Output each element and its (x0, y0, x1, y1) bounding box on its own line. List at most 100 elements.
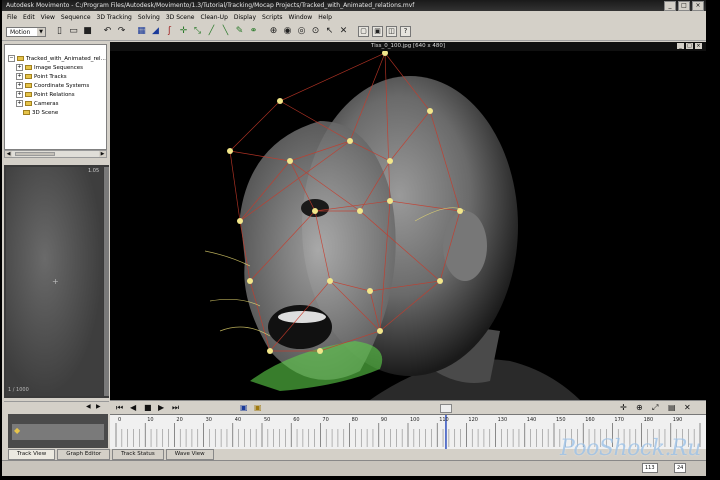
expand-icon[interactable]: + (16, 73, 23, 80)
film-icon[interactable]: ▦ (136, 26, 147, 37)
preview-scrollbar[interactable] (104, 167, 109, 396)
tracking-marker[interactable] (347, 138, 353, 144)
step-forward-icon[interactable]: ⏭ (172, 403, 179, 413)
tree-root[interactable]: − Tracked_with_Animated_rel... (8, 54, 106, 63)
fps-field[interactable]: 24 (674, 463, 687, 473)
minimize-button[interactable]: _ (664, 1, 676, 11)
expand-icon[interactable]: + (16, 91, 23, 98)
scroll-left-icon[interactable]: ◀ (5, 151, 12, 157)
tracking-marker[interactable] (277, 98, 283, 104)
tracking-marker[interactable] (387, 158, 393, 164)
tracking-marker[interactable] (317, 348, 323, 354)
step-back-icon[interactable]: ⏮ (116, 403, 123, 413)
tab-track-view[interactable]: Track View (8, 449, 56, 460)
tab-wave-view[interactable]: Wave View (165, 449, 214, 460)
move-icon[interactable]: ✛ (620, 403, 627, 412)
menu-view[interactable]: View (38, 14, 58, 21)
viewport-close-button[interactable]: × (695, 43, 702, 49)
tree-item-3d-scene[interactable]: 3D Scene (23, 108, 58, 117)
menu-solving[interactable]: Solving (135, 14, 163, 21)
tracking-marker[interactable] (427, 108, 433, 114)
menu-edit[interactable]: Edit (20, 14, 38, 21)
select-icon[interactable]: ↖ (324, 26, 335, 37)
tracking-marker[interactable] (437, 278, 443, 284)
new-file-icon[interactable]: ▯ (54, 26, 65, 37)
redo-icon[interactable]: ↷ (116, 26, 127, 37)
tree-item-point-tracks[interactable]: + Point Tracks (16, 72, 67, 81)
menu-scripts[interactable]: Scripts (259, 14, 286, 21)
undo-icon[interactable]: ↶ (102, 26, 113, 37)
menu-3d-scene[interactable]: 3D Scene (163, 14, 198, 21)
open-folder-icon[interactable]: ▭ (68, 26, 79, 37)
mode-dropdown[interactable]: Motion ▼ (6, 27, 46, 37)
tracking-marker[interactable] (457, 208, 463, 214)
zoom-icon[interactable]: ⊙ (310, 26, 321, 37)
fit-icon[interactable]: ⤢ (652, 403, 658, 413)
play-icon[interactable]: ▶ (158, 403, 164, 412)
play-back-icon[interactable]: ◀ (130, 403, 136, 412)
menu-help[interactable]: Help (315, 14, 335, 21)
layout-3-icon[interactable]: ◫ (386, 26, 397, 37)
track-icon[interactable]: ◢ (150, 26, 161, 37)
key-icon[interactable]: ▣ (240, 403, 248, 412)
pen-icon[interactable]: ✎ (234, 26, 245, 37)
tracking-marker[interactable] (227, 148, 233, 154)
next-icon[interactable]: ▶ (96, 403, 101, 410)
move-icon[interactable]: ✛ (178, 26, 189, 37)
link-icon[interactable]: ⚭ (248, 26, 259, 37)
keyframe-icon[interactable]: ▣ (254, 403, 262, 412)
collapse-icon[interactable]: − (8, 55, 15, 62)
tracking-marker[interactable] (237, 218, 243, 224)
menu-3d-tracking[interactable]: 3D Tracking (94, 14, 135, 21)
maximize-button[interactable]: □ (678, 1, 690, 11)
tracking-marker[interactable] (267, 348, 273, 354)
layout-1-icon[interactable]: ▢ (358, 26, 369, 37)
prev-icon[interactable]: ◀ (86, 403, 91, 410)
menu-sequence[interactable]: Sequence (58, 14, 94, 21)
tree-item-point-relations[interactable]: + Point Relations (16, 90, 75, 99)
settings-icon[interactable]: ▤ (668, 403, 676, 412)
curve-icon[interactable]: ʃ (164, 26, 175, 37)
menu-clean-up[interactable]: Clean-Up (197, 14, 230, 21)
timeline-slider-thumb[interactable] (440, 404, 452, 413)
menu-file[interactable]: File (4, 14, 20, 21)
tracking-marker[interactable] (247, 278, 253, 284)
tree-item-image-sequences[interactable]: + Image Sequences (16, 63, 83, 72)
main-viewport[interactable]: Tiss_0_100.jpg [640 x 480] _ □ × (110, 42, 706, 400)
expand-icon[interactable]: + (16, 100, 23, 107)
save-icon[interactable]: ■ (82, 26, 93, 37)
viewport-maximize-button[interactable]: □ (686, 43, 693, 49)
tree-item-coordinate-systems[interactable]: + Coordinate Systems (16, 81, 89, 90)
tracking-marker[interactable] (357, 208, 363, 214)
tracking-marker[interactable] (327, 278, 333, 284)
tracking-marker[interactable] (377, 328, 383, 334)
viewport-minimize-button[interactable]: _ (677, 43, 684, 49)
tab-graph-editor[interactable]: Graph Editor (57, 449, 111, 460)
current-frame-field[interactable]: 113 (642, 463, 658, 473)
close-button[interactable]: × (692, 1, 704, 11)
scroll-thumb[interactable] (15, 152, 55, 156)
close-icon[interactable]: ✕ (684, 403, 691, 412)
scale-icon[interactable]: ⤡ (192, 26, 203, 37)
scroll-right-icon[interactable]: ▶ (99, 151, 106, 157)
view-icon[interactable]: ◎ (296, 26, 307, 37)
tracking-marker[interactable] (312, 208, 318, 214)
expand-icon[interactable]: + (16, 82, 23, 89)
help-icon[interactable]: ? (400, 26, 411, 37)
layout-2-icon[interactable]: ▣ (372, 26, 383, 37)
stop-icon[interactable]: ■ (144, 403, 152, 412)
expand-icon[interactable]: + (16, 64, 23, 71)
camera-icon[interactable]: ◉ (282, 26, 293, 37)
line-tool-icon[interactable]: ╱ (206, 26, 217, 37)
tracking-marker[interactable] (387, 198, 393, 204)
tree-scrollbar[interactable]: ◀ ▶ (4, 150, 107, 158)
cross-icon[interactable]: ✕ (338, 26, 349, 37)
tracking-marker[interactable] (367, 288, 373, 294)
menu-window[interactable]: Window (286, 14, 316, 21)
solve-icon[interactable]: ⊕ (268, 26, 279, 37)
line-tool-2-icon[interactable]: ╲ (220, 26, 231, 37)
menu-display[interactable]: Display (231, 14, 259, 21)
tab-track-status[interactable]: Track Status (112, 449, 164, 460)
tracking-marker[interactable] (287, 158, 293, 164)
tree-item-cameras[interactable]: + Cameras (16, 99, 58, 108)
